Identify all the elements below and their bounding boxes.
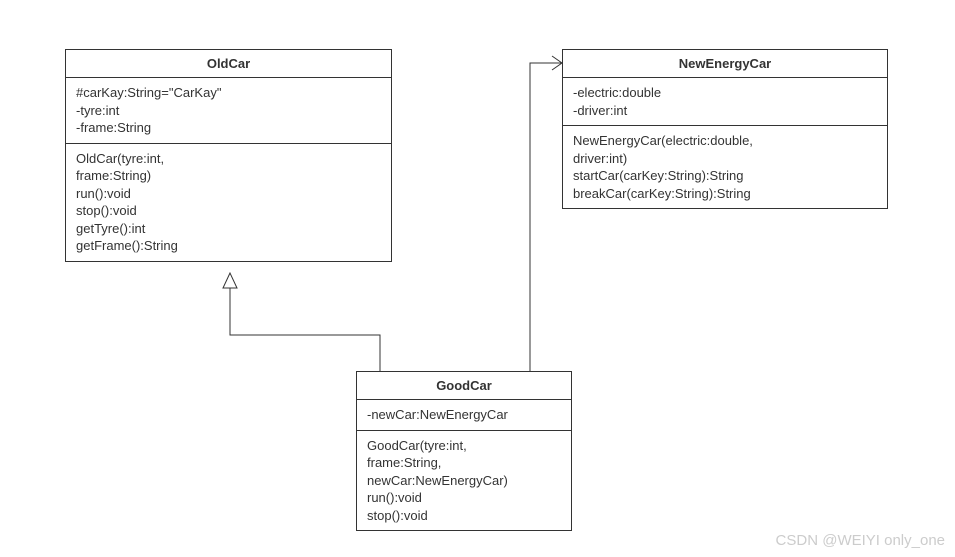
class-oldcar-title: OldCar: [66, 50, 391, 78]
association-arrowhead-icon: [552, 56, 562, 70]
class-goodcar: GoodCar -newCar:NewEnergyCar GoodCar(tyr…: [356, 371, 572, 531]
class-goodcar-attributes: -newCar:NewEnergyCar: [357, 400, 571, 431]
class-newenergycar-operations: NewEnergyCar(electric:double, driver:int…: [563, 126, 887, 208]
inheritance-goodcar-oldcar: [230, 288, 380, 371]
association-goodcar-newenergycar: [530, 63, 562, 371]
class-newenergycar: NewEnergyCar -electric:double -driver:in…: [562, 49, 888, 209]
class-oldcar-operations: OldCar(tyre:int, frame:String) run():voi…: [66, 144, 391, 261]
class-newenergycar-attributes: -electric:double -driver:int: [563, 78, 887, 126]
inheritance-arrowhead-icon: [223, 273, 237, 288]
watermark-text: CSDN @WEIYI only_one: [776, 532, 945, 549]
class-goodcar-title: GoodCar: [357, 372, 571, 400]
class-oldcar-attributes: #carKay:String="CarKay" -tyre:int -frame…: [66, 78, 391, 144]
class-goodcar-operations: GoodCar(tyre:int, frame:String, newCar:N…: [357, 431, 571, 531]
class-oldcar: OldCar #carKay:String="CarKay" -tyre:int…: [65, 49, 392, 262]
class-newenergycar-title: NewEnergyCar: [563, 50, 887, 78]
